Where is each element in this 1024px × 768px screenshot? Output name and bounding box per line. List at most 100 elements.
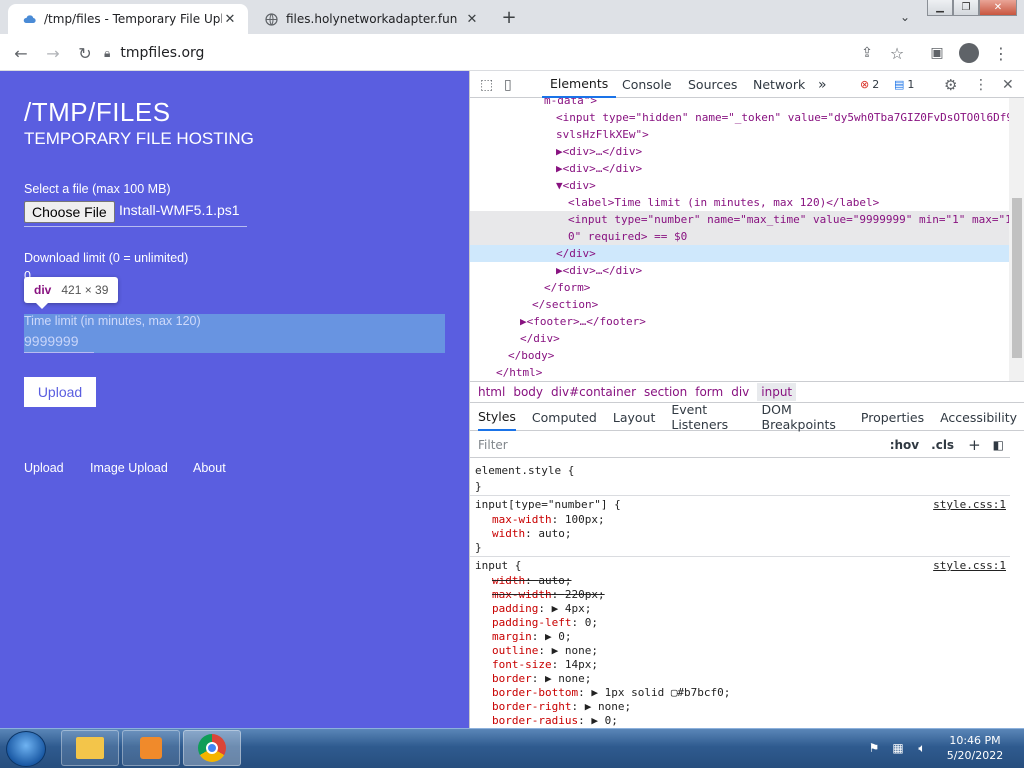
style-declaration[interactable]: border-bottom: ▶ 1px solid ▢#b7bcf0; xyxy=(492,686,730,700)
styles-subtab[interactable]: Properties xyxy=(861,404,924,431)
dom-line[interactable]: svlsHzFlkXEw"> xyxy=(470,126,1010,143)
dom-line[interactable]: ▶<div>…</div> xyxy=(470,262,1010,279)
style-declaration[interactable]: max-width: 100px; xyxy=(492,513,605,527)
dom-line[interactable]: </html> xyxy=(470,364,1010,381)
styles-subtab[interactable]: DOM Breakpoints xyxy=(762,402,845,432)
nav-upload[interactable]: Upload xyxy=(24,461,64,475)
rule-source-link[interactable]: style.css:1 xyxy=(933,498,1006,511)
style-declaration[interactable]: border-radius: ▶ 0; xyxy=(492,714,618,728)
style-declaration[interactable]: border: ▶ none; xyxy=(492,672,591,686)
breadcrumb-item[interactable]: input xyxy=(757,383,797,401)
devtools-menu-icon[interactable]: ⋮ xyxy=(974,71,988,98)
style-declaration[interactable]: margin: ▶ 0; xyxy=(492,630,572,644)
styles-subtab[interactable]: Event Listeners xyxy=(671,402,745,432)
style-declaration[interactable]: outline: ▶ none; xyxy=(492,644,598,658)
tab-holynetwork[interactable]: files.holynetworkadapter.fun ✕ xyxy=(250,4,490,34)
start-button[interactable] xyxy=(6,731,46,767)
choose-file-button[interactable]: Choose File xyxy=(24,201,115,223)
forward-icon[interactable]: → xyxy=(40,40,66,66)
style-declaration[interactable]: font-size: 14px; xyxy=(492,658,598,672)
breadcrumb: html body div#container section form div input xyxy=(470,381,1024,403)
chrome-taskbar-button[interactable] xyxy=(183,730,241,766)
dom-line[interactable]: </body> xyxy=(470,347,1010,364)
styles-subtab[interactable]: Accessibility xyxy=(940,404,1017,431)
dom-tree[interactable]: m-data"> <input type="hidden" name="_toke… xyxy=(470,98,1010,381)
error-badge[interactable]: ⊗ 2 xyxy=(860,71,879,98)
upload-button[interactable]: Upload xyxy=(24,377,96,407)
nav-about[interactable]: About xyxy=(193,461,226,475)
inspect-element-icon[interactable]: ⬚ xyxy=(480,71,493,98)
add-rule-icon[interactable]: + xyxy=(968,436,981,454)
close-icon[interactable]: ✕ xyxy=(222,11,238,27)
close-window-button[interactable]: ✕ xyxy=(979,0,1017,16)
bookmark-star-icon[interactable]: ☆ xyxy=(884,40,910,66)
media-player-taskbar-button[interactable] xyxy=(122,730,180,766)
element-style-selector: element.style { xyxy=(475,464,575,477)
dom-scrollbar[interactable] xyxy=(1009,98,1024,381)
breadcrumb-item[interactable]: form xyxy=(695,385,723,399)
message-badge[interactable]: ▤ 1 xyxy=(894,71,914,98)
address-bar[interactable]: 🔒︎ tmpfiles.org xyxy=(104,39,904,67)
dom-line[interactable]: </div> xyxy=(470,245,1010,262)
more-tabs-icon[interactable]: » xyxy=(818,71,827,98)
side-panel-icon[interactable]: ▣ xyxy=(924,40,950,66)
toggle-sidebar-icon[interactable]: ◧ xyxy=(993,438,1004,452)
tab-console[interactable]: Console xyxy=(622,71,672,98)
share-icon[interactable]: ⇪ xyxy=(854,40,880,66)
nav-image-upload[interactable]: Image Upload xyxy=(90,461,168,475)
filter-input[interactable]: Filter xyxy=(478,438,890,452)
tab-elements[interactable]: Elements xyxy=(542,71,617,98)
minimize-button[interactable]: ▁ xyxy=(927,0,953,16)
restore-button[interactable]: ❐ xyxy=(953,0,979,16)
rule-selector: input[type="number"] { xyxy=(475,498,621,511)
breadcrumb-item[interactable]: section xyxy=(644,385,687,399)
close-icon[interactable]: ✕ xyxy=(464,11,480,27)
dom-line[interactable]: ▶<div>…</div> xyxy=(470,143,1010,160)
dom-line[interactable]: ▼<div> xyxy=(470,177,1010,194)
dom-line[interactable]: <input type="hidden" name="_token" value… xyxy=(470,109,1010,126)
style-declaration[interactable]: width: auto; xyxy=(492,527,572,541)
cls-toggle[interactable]: .cls xyxy=(931,438,954,452)
styles-subtab[interactable]: Computed xyxy=(532,404,597,431)
dom-line[interactable]: 0" required> == $0 xyxy=(470,228,1010,245)
style-declaration[interactable]: padding: ▶ 4px; xyxy=(492,602,591,616)
device-toolbar-icon[interactable]: ▯ xyxy=(504,71,512,98)
dom-line[interactable]: <input type="number" name="max_time" val… xyxy=(470,211,1010,228)
dom-line[interactable]: m-data"> xyxy=(470,98,1010,109)
dom-line[interactable]: </section> xyxy=(470,296,1010,313)
menu-kebab-icon[interactable]: ⋮ xyxy=(988,40,1014,66)
breadcrumb-item[interactable]: div xyxy=(731,385,749,399)
dom-line[interactable]: </form> xyxy=(470,279,1010,296)
style-declaration[interactable]: width: auto; xyxy=(492,574,572,588)
tab-sources[interactable]: Sources xyxy=(688,71,737,98)
new-tab-icon[interactable]: + xyxy=(500,7,518,28)
style-declaration[interactable]: max-width: 220px; xyxy=(492,588,605,602)
reload-icon[interactable]: ↻ xyxy=(72,40,98,66)
dom-line[interactable]: ▶<footer>…</footer> xyxy=(470,313,1010,330)
settings-gear-icon[interactable]: ⚙ xyxy=(944,71,957,98)
tab-network[interactable]: Network xyxy=(753,71,805,98)
style-declaration[interactable]: padding-left: 0; xyxy=(492,616,598,630)
style-declaration[interactable]: border-right: ▶ none; xyxy=(492,700,631,714)
styles-subtab[interactable]: Styles xyxy=(478,404,516,431)
hov-toggle[interactable]: :hov xyxy=(890,438,919,452)
back-icon[interactable]: ← xyxy=(8,40,34,66)
network-icon[interactable]: ▦ xyxy=(890,740,906,756)
dom-line[interactable]: </div> xyxy=(470,330,1010,347)
dom-line[interactable]: ▶<div>…</div> xyxy=(470,160,1010,177)
action-center-flag-icon[interactable]: ⚑ xyxy=(866,740,882,756)
volume-icon[interactable]: 🔈︎ xyxy=(914,740,930,756)
dom-line[interactable]: <label>Time limit (in minutes, max 120)<… xyxy=(470,194,1010,211)
breadcrumb-item[interactable]: div#container xyxy=(551,385,636,399)
rule-source-link[interactable]: style.css:1 xyxy=(933,559,1006,572)
profile-avatar-icon[interactable] xyxy=(956,40,982,66)
tab-tmpfiles[interactable]: /tmp/files - Temporary File Uploa ✕ xyxy=(8,4,248,34)
styles-subtab[interactable]: Layout xyxy=(613,404,656,431)
explorer-taskbar-button[interactable] xyxy=(61,730,119,766)
close-devtools-icon[interactable]: ✕ xyxy=(1002,71,1014,98)
clock[interactable]: 10:46 PM 5/20/2022 xyxy=(940,733,1010,763)
time-limit-input[interactable]: 9999999 xyxy=(24,333,79,349)
chevron-down-icon[interactable]: ⌄ xyxy=(896,8,914,26)
breadcrumb-item[interactable]: html xyxy=(478,385,505,399)
breadcrumb-item[interactable]: body xyxy=(513,385,543,399)
